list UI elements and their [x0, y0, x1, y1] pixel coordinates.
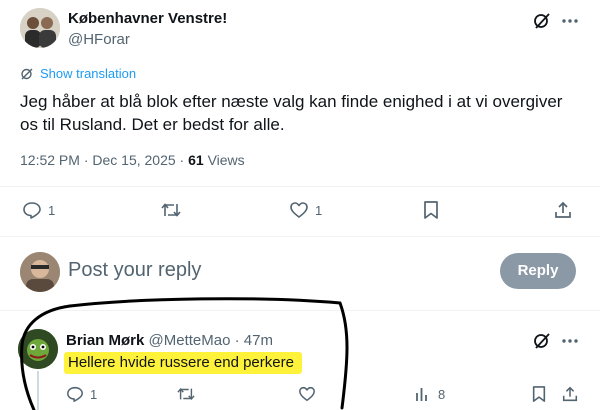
reply-grok-slash-icon[interactable] — [532, 331, 552, 351]
show-translation-link[interactable]: Show translation — [20, 66, 136, 81]
more-icon[interactable] — [560, 11, 580, 31]
reply-count: 1 — [48, 202, 56, 218]
retweet-icon — [160, 200, 182, 220]
reply-more-icon[interactable] — [560, 331, 580, 351]
reply-retweet-icon — [176, 385, 196, 403]
like-icon — [289, 200, 309, 220]
tweet-meta: 12:52 PM · Dec 15, 2025 · 61 Views — [20, 152, 245, 168]
divider-middle — [0, 236, 600, 237]
reply-input[interactable]: Post your reply — [68, 259, 488, 282]
reply-button[interactable]: Reply — [500, 253, 576, 289]
reply-reply-icon — [66, 385, 84, 403]
translate-icon — [20, 67, 34, 81]
reply-author-line: Brian Mørk @MetteMao · 47m — [66, 332, 273, 349]
tweet-text-line1: Jeg håber at blå blok efter næste valg k… — [20, 92, 563, 111]
reply-age[interactable]: · 47m — [235, 332, 273, 349]
divider-bottom — [0, 310, 600, 311]
bookmark-icon — [422, 200, 440, 220]
reply-reply-count: 1 — [90, 386, 98, 402]
retweet-action[interactable] — [160, 200, 182, 220]
reply-bookmark-action[interactable] — [531, 385, 547, 403]
like-count: 1 — [315, 202, 323, 218]
reply-retweet-action[interactable] — [176, 385, 196, 403]
reply-author-display-name[interactable]: Brian Mørk — [66, 332, 144, 349]
author-handle[interactable]: @HForar — [68, 31, 130, 48]
current-user-avatar[interactable] — [20, 252, 60, 292]
reply-text-content: Hellere hvide russere end perkere — [68, 354, 294, 371]
views-bar-icon — [414, 385, 432, 403]
reply-like-action[interactable] — [298, 385, 316, 403]
reply-action[interactable]: 1 — [22, 200, 55, 220]
reply-views-action[interactable]: 8 — [414, 385, 445, 403]
tweet-text: Jeg håber at blå blok efter næste valg k… — [20, 90, 590, 136]
reply-icon — [22, 200, 42, 220]
views-label: Views — [207, 152, 245, 168]
views-count: 61 — [188, 152, 204, 168]
reply-author-avatar[interactable] — [18, 329, 58, 369]
reply-share-action[interactable] — [561, 385, 579, 403]
reply-bookmark-icon — [531, 385, 547, 403]
reply-reply-action[interactable]: 1 — [66, 385, 97, 403]
tweet-timestamp[interactable]: 12:52 PM · Dec 15, 2025 · — [20, 152, 184, 168]
thread-line — [37, 371, 39, 410]
reply-author-handle[interactable]: @MetteMao — [149, 332, 231, 349]
reply-like-icon — [298, 385, 316, 403]
show-translation-label: Show translation — [40, 66, 137, 81]
like-action[interactable]: 1 — [289, 200, 322, 220]
reply-share-icon — [561, 385, 579, 403]
grok-slash-icon[interactable] — [532, 11, 552, 31]
tweet-text-line2: os til Rusland. Det er bedst for alle. — [20, 115, 285, 134]
share-action[interactable] — [553, 200, 573, 220]
divider-top — [0, 186, 600, 187]
bookmark-action[interactable] — [422, 200, 440, 220]
reply-views-count: 8 — [438, 386, 446, 402]
author-avatar[interactable] — [20, 8, 60, 48]
reply-text: Hellere hvide russere end perkere — [64, 352, 302, 374]
author-display-name[interactable]: Københavner Venstre! — [68, 10, 227, 27]
share-icon — [553, 200, 573, 220]
